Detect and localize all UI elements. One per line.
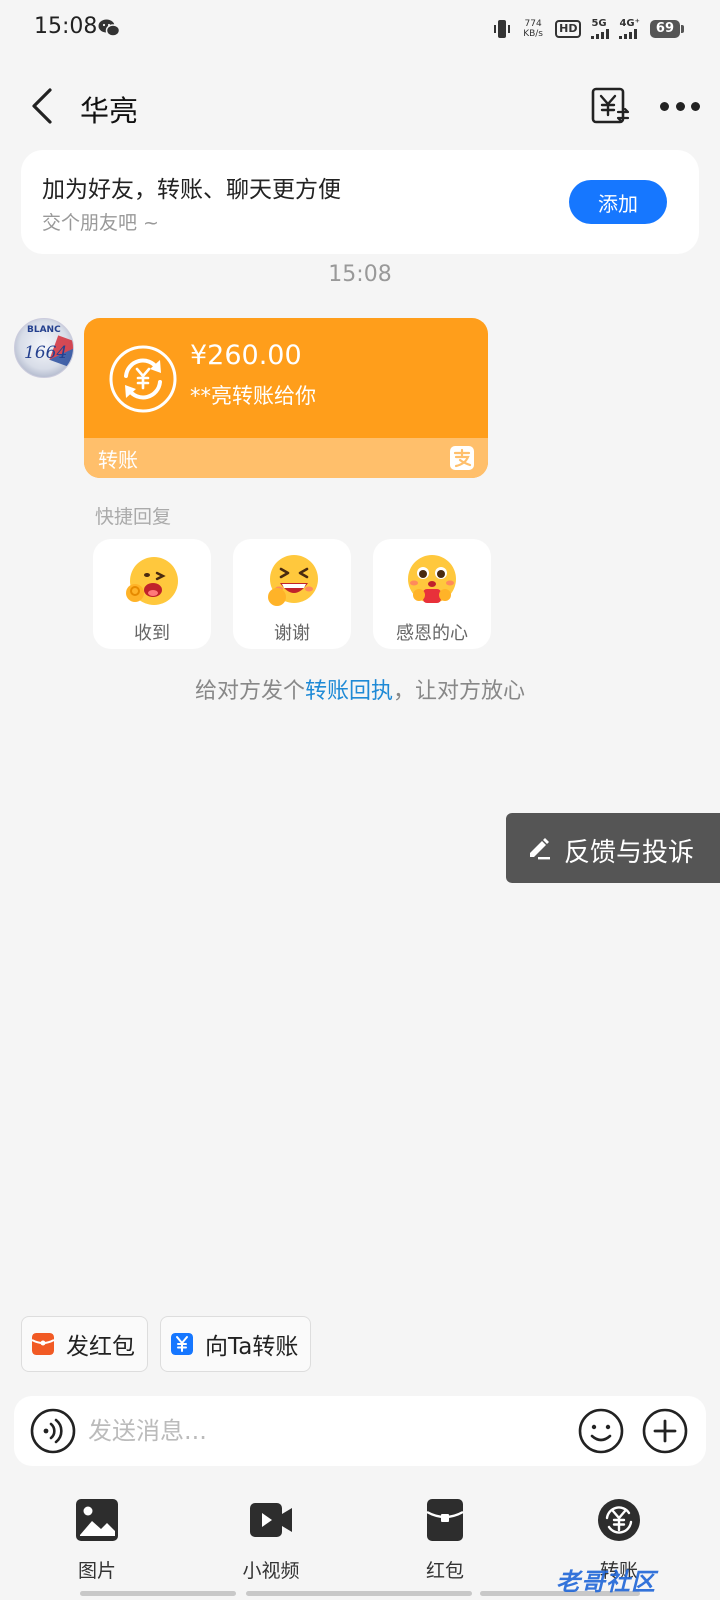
more-options-icon[interactable]: [660, 86, 700, 126]
add-friend-card: 加为好友，转账、聊天更方便 交个朋友吧 ~ 添加: [21, 150, 699, 254]
quick-reply-thanks[interactable]: 谢谢: [233, 539, 351, 649]
quick-reply-label-text: 收到: [134, 623, 170, 644]
bottom-indicator-bar: [246, 1591, 472, 1596]
avatar-logo-text: BLANC: [27, 325, 61, 335]
toolbar-picture[interactable]: 图片: [42, 1498, 152, 1588]
signal-4g: 4G⁺: [619, 18, 640, 39]
red-packet-icon: [32, 1333, 54, 1355]
transfer-yuan-icon[interactable]: [590, 86, 630, 126]
feedback-complaint-button[interactable]: 反馈与投诉: [506, 813, 720, 883]
toolbar-short-video[interactable]: 小视频: [216, 1498, 326, 1588]
status-bar: 15:08 774 KB/s HD 5G 4G⁺ 69: [0, 0, 720, 58]
transfer-to-ta-label: 向Ta转账: [205, 1334, 299, 1360]
back-arrow-icon[interactable]: [24, 84, 64, 128]
image-icon: [76, 1499, 118, 1541]
alipay-icon: [450, 446, 474, 470]
receipt-prefix: 给对方发个: [194, 679, 305, 704]
send-red-packet-label: 发红包: [66, 1334, 135, 1360]
message-timestamp: 15:08: [328, 262, 392, 287]
send-red-packet-chip[interactable]: 发红包: [21, 1316, 148, 1372]
transfer-yuan-circle-icon: [598, 1499, 640, 1541]
add-friend-title: 加为好友，转账、聊天更方便: [42, 177, 341, 203]
wechat-notification-icon: [98, 19, 120, 37]
message-input-bar: [14, 1396, 706, 1466]
signal-bars-icon: [591, 29, 610, 39]
edit-pencil-icon: [530, 838, 550, 860]
add-friend-subtitle: 交个朋友吧 ~: [42, 212, 159, 234]
message-input[interactable]: [88, 1410, 558, 1452]
watermark-logo: 老哥社区: [556, 1568, 656, 1596]
blue-transfer-icon: [171, 1333, 193, 1355]
toolbar-red-packet[interactable]: 红包: [390, 1498, 500, 1588]
plus-icon[interactable]: [642, 1408, 688, 1454]
receipt-link[interactable]: 转账回执: [305, 679, 393, 704]
quick-reply-received[interactable]: 收到: [93, 539, 211, 649]
signal-bars-icon: [619, 29, 638, 39]
toolbar-picture-label: 图片: [77, 1560, 116, 1582]
ok-emoji-icon: [126, 557, 178, 605]
quick-reply-grateful[interactable]: 感恩的心: [373, 539, 491, 649]
avatar-logo-number: 1664: [24, 343, 68, 363]
transfer-description: **亮转账给你: [190, 384, 316, 408]
signal-5g-label: 5G: [591, 18, 607, 29]
transfer-circle-icon: [109, 345, 177, 413]
feedback-label: 反馈与投诉: [564, 838, 695, 868]
network-speed-value: 774: [524, 19, 542, 29]
transfer-card-footer: 转账: [84, 438, 488, 478]
hd-badge: HD: [555, 20, 582, 38]
grateful-heart-emoji-icon: [408, 555, 456, 603]
battery-indicator: 69: [649, 20, 685, 38]
transfer-message-card[interactable]: ¥260.00 **亮转账给你 转账: [84, 318, 488, 478]
quick-reply-label-text: 感恩的心: [396, 623, 468, 644]
bottom-indicator-bar: [80, 1591, 236, 1596]
transfer-to-ta-chip[interactable]: 向Ta转账: [160, 1316, 312, 1372]
transfer-amount: ¥260.00: [190, 340, 302, 371]
receipt-suffix: ，让对方放心: [393, 679, 526, 704]
transfer-footer-label: 转账: [98, 448, 138, 472]
quick-reply-label-text: 谢谢: [274, 623, 310, 644]
toolbar-short-video-label: 小视频: [242, 1560, 300, 1582]
grinning-emoji-icon: [268, 555, 318, 606]
add-friend-button[interactable]: 添加: [569, 180, 667, 224]
chat-header: 华亮: [0, 70, 720, 140]
status-time: 15:08: [34, 14, 98, 39]
vibrate-icon: [494, 20, 511, 38]
signal-4g-label: 4G⁺: [619, 18, 640, 29]
toolbar-red-packet-label: 红包: [425, 1560, 464, 1582]
sender-avatar[interactable]: BLANC 1664: [14, 318, 74, 378]
network-speed: 774 KB/s: [521, 19, 545, 39]
status-indicators: 774 KB/s HD 5G 4G⁺ 69: [493, 16, 685, 42]
quick-reply-label: 快捷回复: [95, 506, 172, 528]
chat-title: 华亮: [80, 94, 139, 128]
video-icon: [250, 1503, 292, 1537]
red-packet-icon: [426, 1499, 464, 1541]
network-speed-unit: KB/s: [523, 29, 544, 39]
emoji-icon[interactable]: [578, 1408, 624, 1454]
signal-5g: 5G: [591, 18, 610, 39]
voice-input-icon[interactable]: [30, 1408, 76, 1454]
receipt-prompt: 给对方发个转账回执，让对方放心: [0, 673, 720, 705]
